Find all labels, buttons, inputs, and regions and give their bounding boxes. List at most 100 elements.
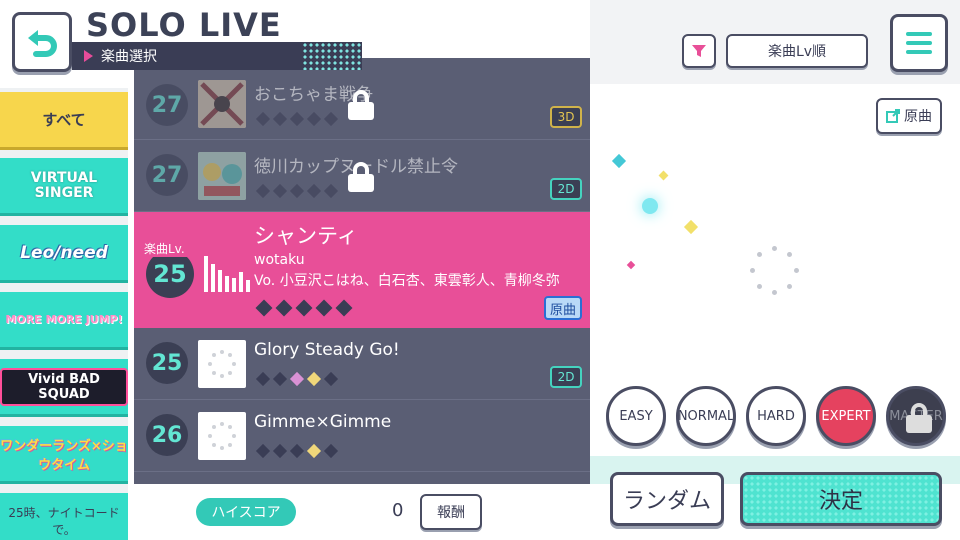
difficulty-normal-button[interactable]: NORMAL — [676, 386, 736, 446]
diamond-icon — [295, 299, 313, 317]
diamond-icon — [323, 111, 339, 127]
dot-pattern — [302, 42, 362, 70]
song-row[interactable]: 27 徳川カップヌードル禁止令 2D — [134, 140, 590, 212]
song-detail-panel: 楽曲Lv順 原曲 EASY NORMAL HARD EXPERT MASTER … — [590, 0, 960, 540]
song-level: 25 — [146, 342, 188, 384]
menu-icon-line — [906, 50, 932, 54]
song-artist: wotaku — [254, 252, 305, 268]
filter-icon — [692, 45, 706, 57]
difficulty-master-button[interactable]: MASTER — [886, 386, 946, 446]
sparkle-icon — [642, 198, 658, 214]
diamond-icon — [255, 299, 273, 317]
difficulty-easy-button[interactable]: EASY — [606, 386, 666, 446]
difficulty-selector: EASY NORMAL HARD EXPERT MASTER — [606, 386, 946, 446]
sidebar-item-wonderlands-showtime[interactable]: ワンダーランズ×ショウタイム — [0, 426, 128, 484]
breadcrumb: 楽曲選択 — [72, 42, 362, 70]
lock-icon — [348, 162, 374, 192]
diamond-icon — [272, 443, 288, 459]
song-row[interactable]: 25 Glory Steady Go! 2D — [134, 328, 590, 400]
diamond-icon — [272, 371, 288, 387]
external-link-icon — [886, 109, 900, 123]
diamond-icon — [272, 183, 288, 199]
song-level-label: 楽曲Lv. — [142, 240, 187, 257]
random-button[interactable]: ランダム — [610, 472, 724, 526]
diamond-icon — [323, 371, 339, 387]
sidebar-item-leo-need[interactable]: Leo/need — [0, 225, 128, 283]
wonderlands-showtime-logo: ワンダーランズ×ショウタイム — [0, 438, 128, 473]
diamond-icon — [315, 299, 333, 317]
song-jacket — [198, 152, 246, 200]
diamond-icon — [306, 183, 322, 199]
diamond-icon — [289, 371, 305, 387]
diamond-icon — [275, 299, 293, 317]
subtitle: 楽曲選択 — [101, 49, 157, 65]
diamond-icon — [289, 183, 305, 199]
song-jacket-placeholder — [198, 412, 246, 460]
vivid-bad-squad-logo: Vivid BAD SQUAD — [0, 367, 128, 406]
back-button[interactable] — [12, 12, 72, 72]
filter-button[interactable] — [682, 34, 716, 68]
sidebar-item-virtual-singer[interactable]: VIRTUAL SINGER — [0, 158, 128, 216]
song-level: 27 — [146, 154, 188, 196]
sort-button[interactable]: 楽曲Lv順 — [726, 34, 868, 68]
difficulty-diamonds — [255, 111, 339, 127]
sparkle-icon — [626, 260, 636, 270]
song-jacket-placeholder — [198, 340, 246, 388]
score-bar: ハイスコア 0 報酬 — [134, 484, 590, 540]
song-vocals: Vo. 小豆沢こはね、白石杏、東雲彰人、青柳冬弥 — [254, 273, 560, 289]
mv-tag: 2D — [550, 366, 582, 388]
unit-sidebar: すべて VIRTUAL SINGER Leo/need MORE MORE JU… — [0, 88, 128, 540]
diamond-icon — [289, 443, 305, 459]
diamond-icon — [335, 299, 353, 317]
diamond-icon — [272, 111, 288, 127]
song-jacket — [198, 80, 246, 128]
original-song-button[interactable]: 原曲 — [876, 98, 942, 134]
hiscore-value: 0 — [392, 500, 404, 521]
reward-button[interactable]: 報酬 — [420, 494, 482, 530]
song-row-selected[interactable]: 楽曲Lv. 25 シャンティ wotaku Vo. 小豆沢こはね、白石杏、東雲彰… — [134, 212, 590, 328]
virtual-singer-logo: VIRTUAL SINGER — [30, 169, 98, 201]
sidebar-item-more-more-jump[interactable]: MORE MORE JUMP! — [0, 292, 128, 350]
song-row[interactable]: 26 Gimme×Gimme — [134, 400, 590, 472]
leo-need-logo: Leo/need — [20, 242, 108, 263]
diamond-icon — [255, 111, 271, 127]
song-name: Glory Steady Go! — [254, 340, 400, 360]
song-level: 26 — [146, 414, 188, 456]
menu-button[interactable] — [890, 14, 948, 72]
sidebar-item-vivid-bad-squad[interactable]: Vivid BAD SQUAD — [0, 359, 128, 417]
difficulty-diamonds — [255, 299, 353, 317]
mv-tag: 2D — [550, 178, 582, 200]
song-list[interactable]: 27 おこちゃま戦争 3D 27 徳川カップヌードル禁止令 2D 楽曲Lv. 2… — [134, 58, 590, 484]
sidebar-item-25ji[interactable]: 25時、ナイトコードで。 — [0, 493, 128, 540]
hiscore-badge: ハイスコア — [196, 498, 296, 526]
confirm-button[interactable]: 決定 — [740, 472, 942, 526]
diamond-icon — [306, 443, 322, 459]
diamond-icon — [255, 371, 271, 387]
difficulty-expert-button[interactable]: EXPERT — [816, 386, 876, 446]
song-name: シャンティ — [254, 224, 358, 248]
sidebar-item-all[interactable]: すべて — [0, 92, 128, 150]
back-arrow-icon — [28, 30, 57, 57]
song-name: Gimme×Gimme — [254, 412, 392, 432]
difficulty-diamonds — [255, 183, 339, 199]
song-level: 25 — [146, 250, 194, 298]
loading-icon — [208, 422, 236, 450]
diamond-icon — [255, 183, 271, 199]
mv-tag: 3D — [550, 106, 582, 128]
sparkle-icon — [658, 170, 669, 181]
diamond-icon — [289, 111, 305, 127]
diamond-icon — [306, 111, 322, 127]
song-level: 27 — [146, 84, 188, 126]
diamond-icon — [306, 371, 322, 387]
waveform-icon — [204, 252, 250, 292]
25ji-logo: 25時、ナイトコードで。 — [8, 505, 120, 537]
more-more-jump-logo: MORE MORE JUMP! — [5, 313, 123, 326]
difficulty-hard-button[interactable]: HARD — [746, 386, 806, 446]
difficulty-diamonds — [255, 443, 339, 459]
sparkle-icon — [683, 219, 699, 235]
song-row[interactable]: 27 おこちゃま戦争 3D — [134, 70, 590, 140]
loading-spinner-icon — [750, 246, 800, 296]
original-song-label: 原曲 — [904, 109, 932, 125]
sparkle-icon — [611, 153, 627, 169]
diamond-icon — [255, 443, 271, 459]
